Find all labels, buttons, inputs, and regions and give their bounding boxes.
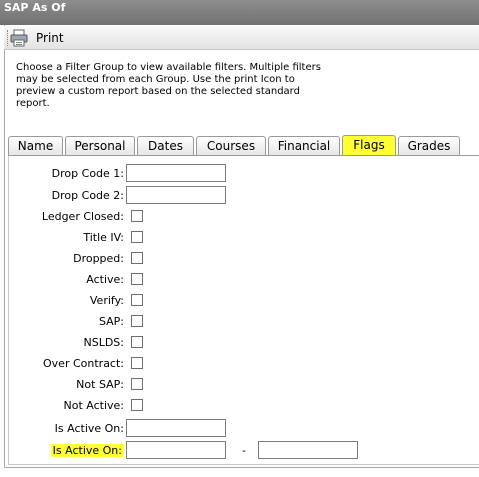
drop-code-2-label: Drop Code 2: [51, 189, 124, 202]
active-checkbox[interactable] [131, 273, 143, 285]
tab-grades[interactable]: Grades [398, 136, 460, 155]
title-iv-checkbox[interactable] [131, 231, 143, 243]
not-active-checkbox[interactable] [131, 399, 143, 411]
tab-name[interactable]: Name [8, 136, 63, 155]
print-label: Print [36, 31, 64, 45]
window-title: SAP As Of [4, 1, 66, 14]
dropped-checkbox[interactable] [131, 252, 143, 264]
over-contract-label: Over Contract: [43, 357, 124, 370]
is-active-on-to-input[interactable] [258, 441, 358, 459]
is-active-on-from-input[interactable] [126, 441, 226, 459]
verify-label: Verify: [89, 294, 124, 307]
toolbar: Print [4, 26, 479, 50]
flags-form: Drop Code 1: Drop Code 2: Ledger Closed:… [8, 156, 479, 465]
nslds-checkbox[interactable] [131, 336, 143, 348]
active-label: Active: [86, 273, 124, 286]
is-active-on-input[interactable] [126, 419, 226, 437]
window-title-bar: SAP As Of [0, 0, 479, 25]
tab-flags[interactable]: Flags [342, 135, 396, 156]
ledger-closed-checkbox[interactable] [131, 210, 143, 222]
tab-dates[interactable]: Dates [137, 136, 194, 155]
nslds-label: NSLDS: [83, 336, 125, 349]
range-separator: - [242, 444, 246, 457]
ledger-closed-label: Ledger Closed: [41, 210, 124, 223]
is-active-on-range-label-text: Is Active On: [50, 444, 124, 457]
print-button[interactable]: Print [6, 28, 64, 48]
tab-personal[interactable]: Personal [65, 136, 135, 155]
is-active-on-label: Is Active On: [54, 422, 124, 435]
over-contract-checkbox[interactable] [131, 357, 143, 369]
tab-courses[interactable]: Courses [196, 136, 266, 155]
is-active-on-range-label: Is Active On: [0, 441, 124, 461]
title-iv-label: Title IV: [83, 231, 124, 244]
dropped-label: Dropped: [73, 252, 124, 265]
instructions-text: Choose a Filter Group to view available … [16, 62, 321, 109]
drop-code-1-input[interactable] [126, 164, 226, 182]
printer-icon [10, 29, 28, 47]
drop-code-2-input[interactable] [126, 186, 226, 204]
not-sap-label: Not SAP: [76, 378, 124, 391]
not-active-label: Not Active: [63, 399, 125, 412]
sap-checkbox[interactable] [131, 315, 143, 327]
tab-financial[interactable]: Financial [268, 136, 340, 155]
drop-code-1-label: Drop Code 1: [51, 167, 124, 180]
sap-label: SAP: [98, 315, 124, 328]
not-sap-checkbox[interactable] [131, 378, 143, 390]
verify-checkbox[interactable] [131, 294, 143, 306]
